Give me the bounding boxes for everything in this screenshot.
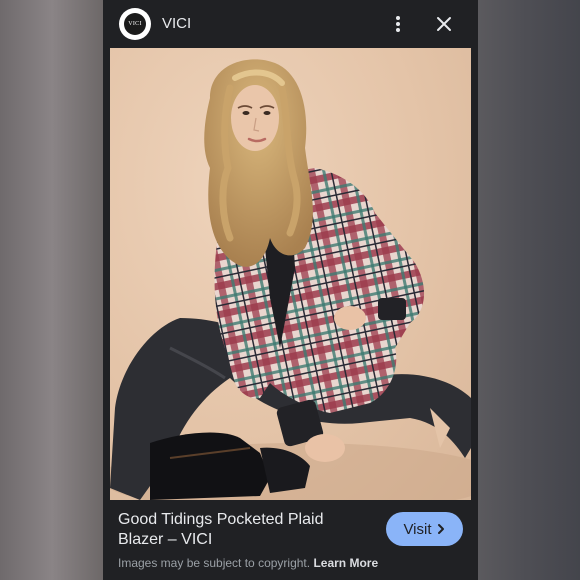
chevron-right-icon	[437, 524, 444, 534]
image-title[interactable]: Good Tidings Pocketed Plaid Blazer – VIC…	[118, 510, 378, 550]
copyright-notice: Images may be subject to copyright. Lear…	[118, 555, 378, 571]
source-logo[interactable]: VICI	[119, 8, 151, 40]
model-illustration	[110, 59, 471, 500]
visit-label: Visit	[403, 520, 432, 538]
close-icon	[437, 17, 451, 31]
source-name[interactable]: VICI	[162, 14, 191, 34]
learn-more-link[interactable]: Learn More	[313, 556, 378, 570]
logo-mark: VICI	[124, 13, 146, 35]
product-image[interactable]	[110, 48, 471, 500]
more-options-button[interactable]	[388, 12, 408, 36]
image-title-line2: Blazer – VICI	[118, 531, 213, 548]
image-title-line1: Good Tidings Pocketed Plaid	[118, 511, 324, 528]
close-button[interactable]	[432, 12, 456, 36]
visit-button[interactable]: Visit	[386, 512, 463, 546]
viewer-header: VICI VICI	[103, 0, 478, 48]
image-viewer-panel: VICI VICI Good Tidings Pocketed Plaid Bl…	[103, 0, 478, 580]
more-vert-icon	[396, 16, 400, 32]
copyright-text: Images may be subject to copyright.	[118, 556, 311, 570]
